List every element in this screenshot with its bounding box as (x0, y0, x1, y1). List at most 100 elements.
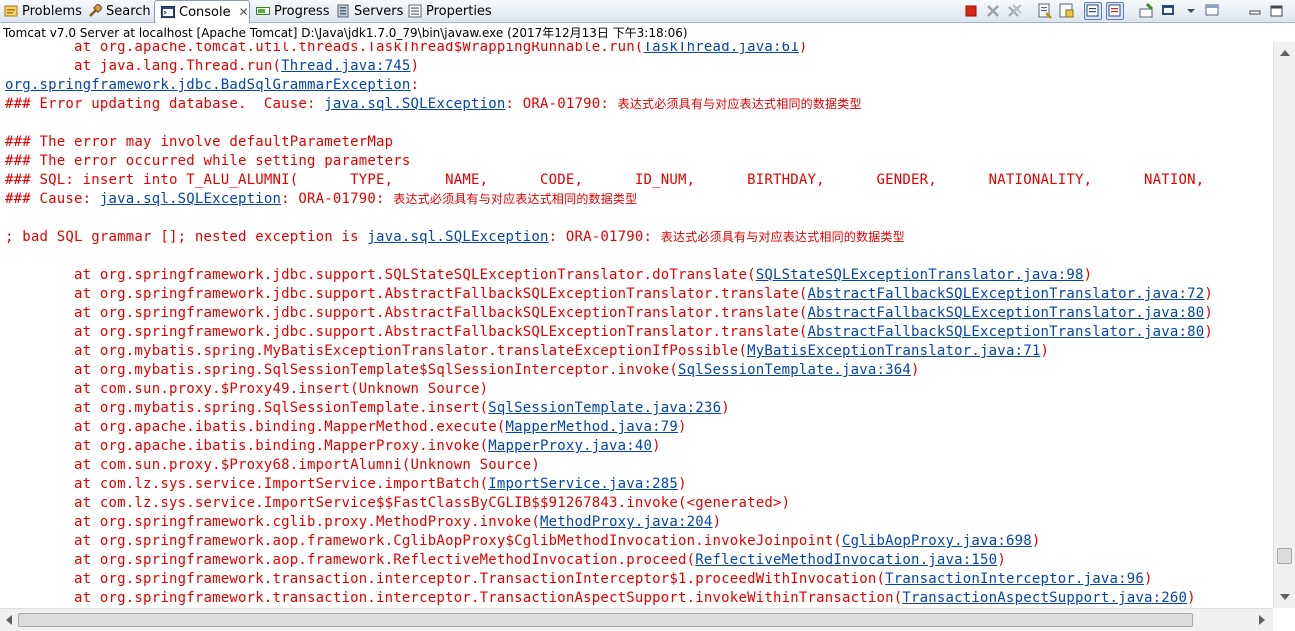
error-message: 表达式必须具有与对应表达式相同的数据类型 (393, 192, 638, 206)
horizontal-scrollbar[interactable] (0, 608, 1273, 631)
console-text: at com.sun.proxy.$Proxy49.insert(Unknown… (5, 381, 489, 397)
scroll-thumb[interactable] (18, 613, 1193, 627)
stacktrace-link[interactable]: java.sql.SQLException (367, 229, 548, 245)
console-line: at org.springframework.jdbc.support.Abst… (5, 285, 1213, 304)
stacktrace-link[interactable]: AbstractFallbackSQLExceptionTranslator.j… (807, 324, 1204, 340)
console-line: at org.springframework.transaction.inter… (5, 589, 1196, 608)
show-stdout-icon[interactable] (1084, 2, 1102, 20)
scroll-right-icon[interactable] (1259, 615, 1265, 625)
console-line: ; bad SQL grammar []; nested exception i… (5, 228, 905, 247)
scroll-up-icon[interactable] (1280, 50, 1290, 56)
tab-progress[interactable]: Progress (256, 0, 329, 22)
stacktrace-link[interactable]: MethodProxy.java:204 (540, 514, 713, 530)
stacktrace-link[interactable]: CglibAopProxy.java:698 (842, 533, 1032, 549)
error-message: 表达式必须具有与对应表达式相同的数据类型 (617, 97, 862, 111)
stacktrace-link[interactable]: MapperMethod.java:79 (505, 419, 678, 435)
console-line: at org.springframework.transaction.inter… (5, 570, 1153, 589)
console-line: at org.springframework.cglib.proxy.Metho… (5, 513, 721, 532)
scroll-thumb[interactable] (1277, 548, 1292, 564)
stacktrace-link[interactable]: java.sql.SQLException (100, 191, 281, 207)
vertical-scrollbar[interactable] (1273, 42, 1295, 608)
stacktrace-link[interactable]: ReflectiveMethodInvocation.java:150 (695, 552, 997, 568)
display-console-icon[interactable] (1160, 2, 1178, 20)
tab-label: Progress (274, 3, 330, 19)
terminate-icon[interactable] (962, 2, 980, 20)
console-text: ) (997, 552, 1006, 568)
stacktrace-link[interactable]: MapperProxy.java:40 (488, 438, 652, 454)
console-text: at org.apache.ibatis.binding.MapperMetho… (5, 419, 506, 435)
console-text: ) (1040, 343, 1050, 359)
console-line: at org.mybatis.spring.SqlSessionTemplate… (5, 399, 730, 418)
console-text: at org.mybatis.spring.MyBatisExceptionTr… (5, 343, 748, 359)
console-line: at org.springframework.aop.framework.Ref… (5, 551, 1006, 570)
stacktrace-link[interactable]: SqlSessionTemplate.java:236 (488, 400, 721, 416)
console-text: at com.lz.sys.service.ImportService$$Fas… (5, 495, 791, 511)
console-text: at org.springframework.transaction.inter… (5, 590, 903, 606)
show-stderr-icon[interactable] (1106, 2, 1124, 20)
stacktrace-link[interactable]: MyBatisExceptionTranslator.java:71 (747, 343, 1040, 359)
clear-console-icon[interactable] (1036, 2, 1054, 20)
console-text: : (410, 77, 420, 93)
stacktrace-link[interactable]: AbstractFallbackSQLExceptionTranslator.j… (807, 305, 1204, 321)
stacktrace-link[interactable]: org.springframework.jdbc.BadSqlGrammarEx… (5, 77, 411, 93)
console-line: at org.apache.ibatis.binding.MapperProxy… (5, 437, 661, 456)
servers-icon (336, 4, 350, 18)
close-icon[interactable]: ✕ (239, 5, 249, 19)
tab-servers[interactable]: Servers (336, 0, 403, 22)
view-tab-bar: Problems Search Console ✕ Progress Serve… (0, 0, 1295, 23)
console-text: ### The error may involve defaultParamet… (5, 134, 394, 150)
console-text: ) (410, 58, 420, 74)
console-line: at org.apache.ibatis.binding.MapperMetho… (5, 418, 687, 437)
search-icon (88, 3, 103, 18)
console-icon (161, 5, 175, 19)
pin-console-icon[interactable] (1138, 2, 1156, 20)
view-menu-icon[interactable] (1204, 2, 1222, 20)
stacktrace-link[interactable]: SqlSessionTemplate.java:364 (678, 362, 911, 378)
console-text: ### The error occurred while setting par… (5, 153, 411, 169)
tab-problems[interactable]: Problems (4, 0, 82, 22)
stacktrace-link[interactable]: Thread.java:745 (281, 58, 410, 74)
open-console-icon[interactable] (1182, 2, 1200, 20)
scroll-left-icon[interactable] (6, 615, 12, 625)
console-text: : ORA-01790: (548, 229, 661, 245)
console-text: at com.sun.proxy.$Proxy68.importAlumni(U… (5, 457, 540, 473)
properties-icon (408, 4, 422, 18)
console-line: ### The error occurred while setting par… (5, 152, 411, 171)
console-line: ### The error may involve defaultParamet… (5, 133, 393, 152)
console-line: at org.springframework.aop.framework.Cgl… (5, 532, 1040, 551)
console-text: at org.springframework.cglib.proxy.Metho… (5, 514, 540, 530)
console-text: ) (1204, 286, 1214, 302)
console-line: at org.mybatis.spring.MyBatisExceptionTr… (5, 342, 1049, 361)
stacktrace-link[interactable]: TaskThread.java:61 (644, 42, 799, 55)
console-text: ) (1031, 533, 1041, 549)
stacktrace-link[interactable]: java.sql.SQLException (324, 96, 505, 112)
scroll-down-icon[interactable] (1280, 594, 1290, 600)
minimize-icon[interactable] (1246, 2, 1264, 20)
console-line: at java.lang.Thread.run(Thread.java:745) (5, 57, 419, 76)
console-text: at org.springframework.jdbc.support.Abst… (5, 305, 808, 321)
stacktrace-link[interactable]: TransactionInterceptor.java:96 (885, 571, 1144, 587)
remove-all-icon[interactable] (1006, 2, 1024, 20)
console-text: at org.springframework.jdbc.support.SQLS… (5, 267, 756, 283)
stacktrace-link[interactable]: SQLStateSQLExceptionTranslator.java:98 (756, 267, 1084, 283)
stacktrace-link[interactable]: AbstractFallbackSQLExceptionTranslator.j… (807, 286, 1204, 302)
scroll-lock-icon[interactable] (1058, 2, 1076, 20)
stacktrace-link[interactable]: ImportService.java:285 (488, 476, 678, 492)
console-text: ) (1187, 590, 1196, 606)
error-message: 表达式必须具有与对应表达式相同的数据类型 (660, 230, 905, 244)
tab-properties[interactable]: Properties (408, 0, 492, 22)
console-text: at org.apache.ibatis.binding.MapperProxy… (5, 438, 489, 454)
tab-console[interactable]: Console ✕ (154, 0, 250, 23)
console-text: ) (911, 362, 920, 378)
console-text: ) (652, 438, 661, 454)
maximize-icon[interactable] (1268, 2, 1286, 20)
problems-icon (4, 4, 18, 18)
console-text: : ORA-01790: (281, 191, 394, 207)
console-text: at java.lang.Thread.run( (5, 58, 282, 74)
console-text: ) (721, 400, 730, 416)
console-output[interactable]: at org.apache.tomcat.util.threads.TaskTh… (0, 42, 1273, 608)
console-line: ### SQL: insert into T_ALU_ALUMNI( TYPE,… (5, 171, 1204, 190)
remove-launch-icon[interactable] (984, 2, 1002, 20)
tab-search[interactable]: Search (88, 0, 151, 22)
stacktrace-link[interactable]: TransactionAspectSupport.java:260 (902, 590, 1187, 606)
